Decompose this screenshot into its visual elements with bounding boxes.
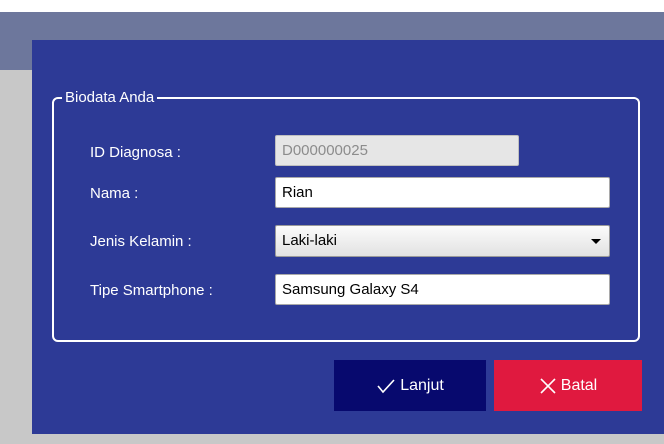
jenis-kelamin-select[interactable]: Laki-laki [275, 225, 610, 257]
close-icon [539, 377, 557, 395]
batal-label: Batal [560, 376, 598, 394]
lanjut-button[interactable]: Lanjut [334, 360, 486, 411]
checkmark-icon [376, 378, 396, 394]
group-title: Biodata Anda [62, 89, 158, 106]
biodata-group-box [52, 97, 640, 342]
id-diagnosa-field [275, 135, 519, 166]
jenis-kelamin-label: Jenis Kelamin : [90, 233, 192, 250]
dropdown-arrow-icon[interactable] [591, 239, 601, 244]
tipe-smartphone-field[interactable] [275, 274, 610, 305]
id-diagnosa-label: ID Diagnosa : [90, 144, 181, 161]
batal-button[interactable]: Batal [494, 360, 642, 411]
jenis-kelamin-value: Laki-laki [282, 232, 338, 249]
lanjut-label: Lanjut [400, 376, 444, 394]
tipe-smartphone-label: Tipe Smartphone : [90, 282, 213, 299]
nama-label: Nama : [90, 185, 139, 202]
nama-field[interactable] [275, 177, 610, 208]
